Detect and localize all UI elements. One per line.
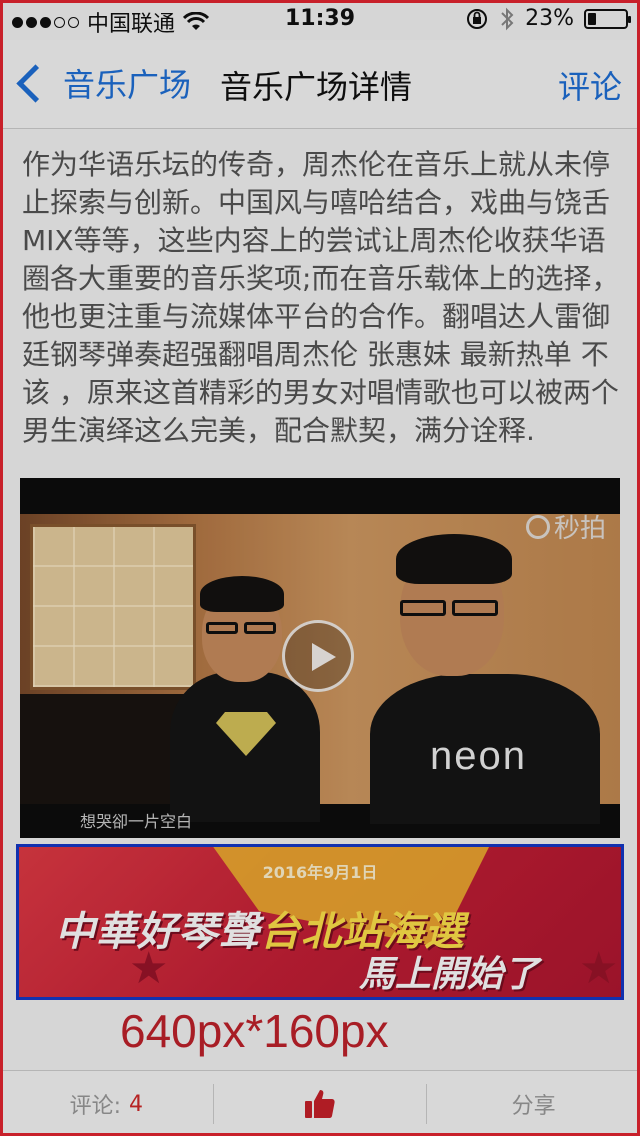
article-text: 作为华语乐坛的传奇，周杰伦在音乐上就从未停止探索与创新。中国风与嘻哈结合，戏曲与… bbox=[22, 148, 620, 447]
comment-link-button[interactable]: 评论 bbox=[558, 62, 622, 108]
shirt-text: neon bbox=[430, 734, 527, 778]
back-button[interactable]: 音乐广场 bbox=[14, 60, 191, 106]
size-caption: 640px*160px bbox=[120, 1005, 389, 1057]
glasses-shape bbox=[452, 600, 498, 616]
play-button[interactable] bbox=[282, 620, 354, 692]
performer-hair bbox=[396, 534, 512, 584]
star-icon: ★ bbox=[579, 943, 619, 994]
performer-left bbox=[170, 562, 320, 822]
page-title: 音乐广场详情 bbox=[220, 68, 413, 106]
like-button[interactable] bbox=[214, 1071, 427, 1136]
chevron-left-icon bbox=[16, 63, 55, 103]
screen: 中国联通 11:39 23% 音乐广场 音乐广场详情 评论 作为华语乐坛的传奇，… bbox=[0, 0, 640, 1136]
banner-headline-part1: 中華好琴聲 bbox=[55, 909, 260, 955]
back-button-label: 音乐广场 bbox=[63, 66, 192, 104]
watermark-text: 秒拍 bbox=[553, 514, 606, 544]
play-icon bbox=[312, 643, 336, 671]
comment-count: 4 bbox=[129, 1091, 144, 1117]
glasses-shape bbox=[206, 622, 238, 634]
battery-fill bbox=[588, 12, 596, 25]
share-button[interactable]: 分享 bbox=[427, 1071, 640, 1136]
navigation-bar: 音乐广场 音乐广场详情 评论 bbox=[0, 40, 640, 129]
bluetooth-icon bbox=[501, 7, 514, 30]
battery-percent: 23% bbox=[525, 6, 574, 31]
thumbs-up-icon bbox=[305, 1090, 335, 1118]
watermark-logo-icon bbox=[525, 514, 550, 539]
banner-ad[interactable]: ★ ★ 2016年9月1日 中華好琴聲台北站海選 馬上開始了 bbox=[16, 844, 624, 1000]
video-player[interactable]: neon 秒拍 想哭卻一片空白 bbox=[20, 478, 620, 838]
comment-label: 评论: bbox=[69, 1094, 122, 1119]
banner-subheadline: 馬上開始了 bbox=[359, 954, 540, 995]
banner-date: 2016年9月1日 bbox=[262, 863, 378, 882]
video-watermark: 秒拍 bbox=[525, 508, 606, 545]
status-bar: 中国联通 11:39 23% bbox=[0, 0, 640, 40]
video-subtitle: 想哭卻一片空白 bbox=[80, 812, 193, 831]
rotation-lock-icon bbox=[467, 8, 488, 29]
battery-icon bbox=[584, 8, 631, 29]
performer-hair bbox=[200, 576, 284, 612]
status-right: 23% bbox=[465, 6, 631, 31]
comment-count-button[interactable]: 评论: 4 bbox=[0, 1071, 213, 1136]
share-label: 分享 bbox=[511, 1094, 556, 1119]
glasses-shape bbox=[244, 622, 276, 634]
performer-right: neon bbox=[360, 524, 600, 824]
glasses-shape bbox=[400, 600, 446, 616]
bottom-toolbar: 评论: 4 分享 bbox=[0, 1070, 640, 1136]
